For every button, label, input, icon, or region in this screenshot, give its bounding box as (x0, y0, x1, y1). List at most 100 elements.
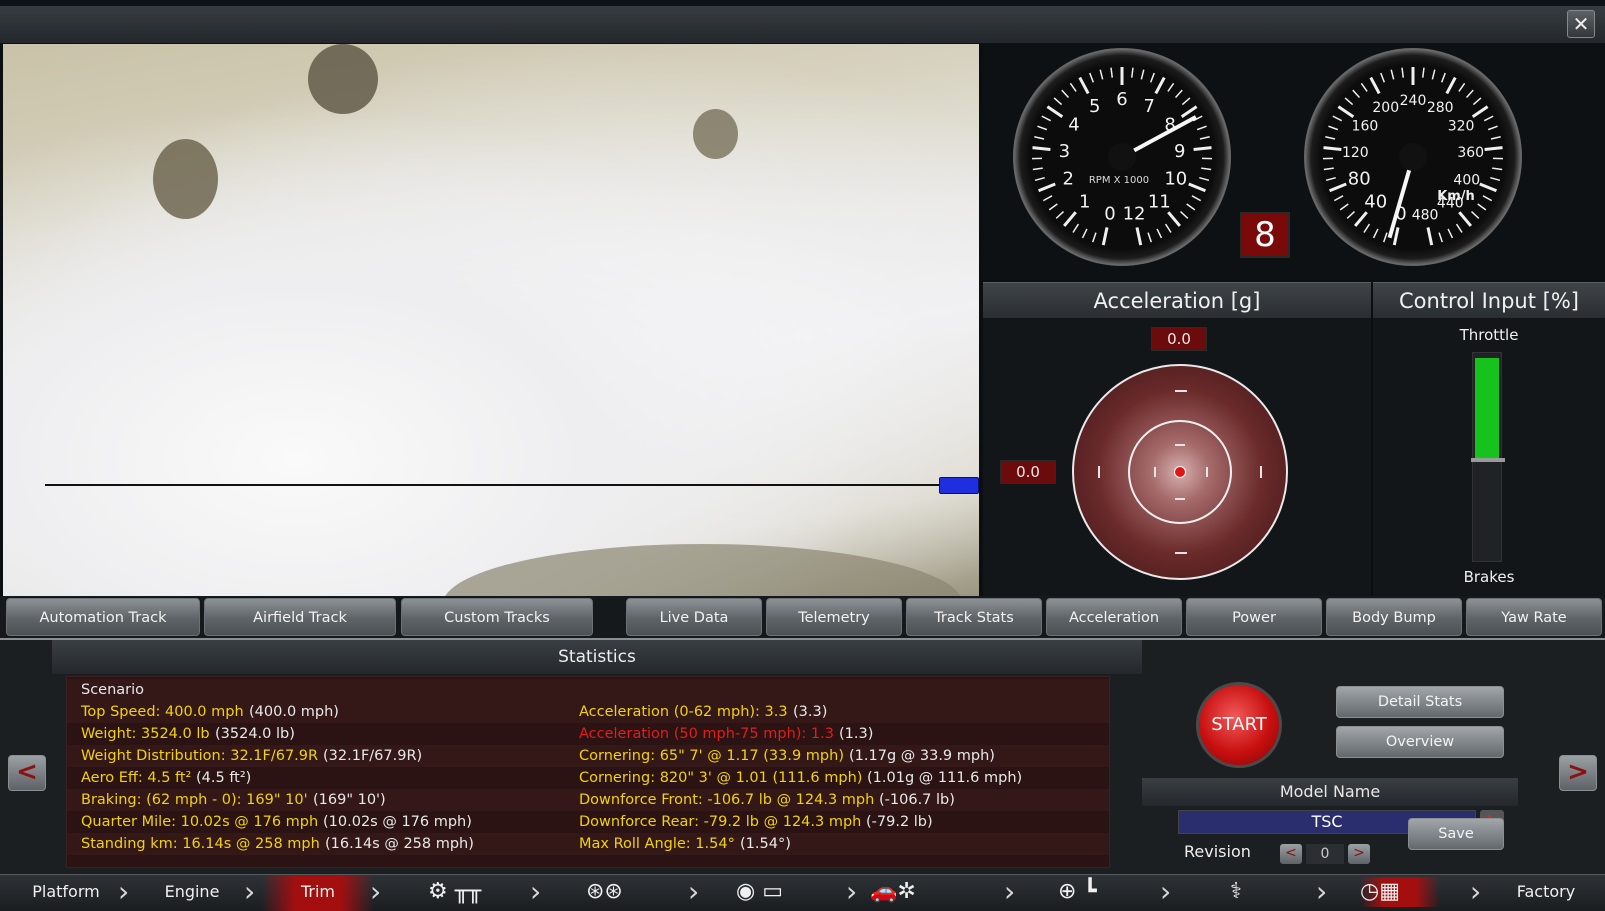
stat-right-value: (3.3) (793, 704, 828, 720)
tab-live-data[interactable]: Live Data (626, 598, 762, 636)
speed-gauge-tick-label: 120 (1342, 145, 1369, 161)
speed-gauge-tick (1323, 167, 1334, 171)
nav-trim[interactable]: Trim (262, 875, 374, 911)
rpm-gauge-tick (1081, 228, 1088, 239)
rpm-gauge-tick (1180, 105, 1198, 118)
g-tick (1154, 467, 1156, 477)
detail-stats-button[interactable]: Detail Stats (1336, 686, 1504, 718)
tab-airfield-track[interactable]: Airfield Track (204, 598, 396, 636)
car-aero-icon[interactable]: 🚗✲ (870, 877, 916, 907)
rpm-gauge-tick (1101, 227, 1109, 246)
view-tabs: Automation Track Airfield Track Custom T… (0, 596, 1605, 638)
speed-gauge-tick-label: 280 (1427, 100, 1454, 116)
speed-gauge-tick-label: 480 (1412, 208, 1439, 224)
rpm-gauge: 0 1 2 3 4 5 6 7 8 9 10 11 12 RPM X 1000 (1013, 48, 1231, 266)
rpm-gauge-tick (1199, 136, 1210, 140)
speed-gauge-tick (1426, 227, 1434, 246)
throttle-bar (1471, 352, 1505, 562)
next-button[interactable]: > (1559, 755, 1597, 791)
stat-right-label: Downforce Front: -106.7 lb @ 124.3 mph (579, 792, 875, 808)
speed-gauge-tick-label: 160 (1352, 119, 1379, 135)
stat-right-label: Cornering: 820" 3' @ 1.01 (111.6 mph) (579, 770, 863, 786)
rpm-gauge-tick (1055, 211, 1065, 219)
acceleration-title: Acceleration [g] (983, 282, 1371, 318)
tab-yaw-rate[interactable]: Yaw Rate (1466, 598, 1602, 636)
rpm-gauge-tick (1032, 167, 1043, 171)
safety-icon[interactable]: ⚕ (1230, 877, 1242, 907)
rpm-gauge-tick (1181, 97, 1191, 106)
close-button[interactable]: ✕ (1567, 10, 1595, 38)
chevron-right-icon: › (846, 875, 858, 908)
statistics-title: Statistics (52, 640, 1142, 674)
terrain-patch (443, 544, 963, 596)
rpm-gauge-tick (1186, 203, 1196, 211)
rpm-gauge-tick-label: 10 (1164, 169, 1187, 190)
terrain-patch (693, 109, 738, 159)
g-tick (1206, 467, 1208, 477)
tab-power[interactable]: Power (1186, 598, 1322, 636)
speed-gauge-tick (1422, 67, 1425, 78)
rpm-gauge-tick (1196, 125, 1207, 131)
rpm-gauge-tick (1135, 227, 1143, 246)
speed-gauge-tick (1440, 72, 1446, 83)
tab-custom-tracks[interactable]: Custom Tracks (401, 598, 593, 636)
stat-left-value: (16.14s @ 258 mph) (325, 836, 474, 852)
track-map[interactable] (3, 44, 979, 596)
speed-gauge-tick (1344, 97, 1354, 106)
tab-track-stats[interactable]: Track Stats (906, 598, 1042, 636)
tab-automation-track[interactable]: Automation Track (6, 598, 200, 636)
revision-increment-button[interactable]: > (1348, 844, 1370, 864)
revision-value: 0 (1306, 844, 1344, 864)
body-icon[interactable]: ◉ ▭ (736, 877, 783, 907)
chevron-right-icon: › (370, 875, 382, 908)
speed-gauge-tick (1477, 203, 1487, 211)
speed-gauge-tick (1323, 146, 1342, 151)
rpm-gauge-tick-label: 5 (1089, 96, 1100, 117)
rpm-gauge-tick (1164, 223, 1172, 233)
wheels-icon[interactable]: ⊛⊛ (586, 877, 623, 907)
rpm-gauge-hub (1108, 143, 1136, 171)
speed-gauge-tick (1380, 72, 1386, 83)
overview-button[interactable]: Overview (1336, 726, 1504, 758)
stat-left-value: (32.1F/67.9R) (323, 748, 423, 764)
speed-gauge-tick (1390, 69, 1395, 80)
nav-factory[interactable]: Factory (1490, 875, 1602, 911)
stats-row: Quarter Mile: 10.02s @ 176 mph (10.02s @ … (67, 811, 1109, 833)
speed-gauge-tick-label: 200 (1372, 100, 1399, 116)
gearbox-icon[interactable]: ⚙ ╥╥ (428, 877, 481, 907)
rpm-gauge-tick (1078, 76, 1090, 95)
throttle-fill (1475, 358, 1499, 458)
rpm-gauge-tick (1179, 211, 1189, 219)
testing-icon[interactable]: ◷▦ (1360, 877, 1440, 907)
speed-gauge-tick (1325, 136, 1336, 140)
save-button[interactable]: Save (1408, 818, 1504, 850)
speed-gauge-tick (1445, 76, 1457, 95)
tab-telemetry[interactable]: Telemetry (766, 598, 902, 636)
speed-gauge-tick (1465, 89, 1474, 99)
stat-right-value: (-106.7 lb) (879, 792, 955, 808)
nav-engine[interactable]: Engine (136, 875, 248, 911)
tab-acceleration[interactable]: Acceleration (1046, 598, 1182, 636)
statistics-list: Scenario Top Speed: 400.0 mph (400.0 mph)… (66, 676, 1110, 868)
stats-row: Aero Eff: 4.5 ft² (4.5 ft²) Cornering: 820… (67, 767, 1109, 789)
revision-decrement-button[interactable]: < (1280, 844, 1302, 864)
rpm-gauge-tick (1037, 182, 1056, 193)
stat-left-value: (3524.0 lb) (215, 726, 295, 742)
rpm-gauge-tick (1156, 228, 1163, 239)
rpm-gauge-tick-label: 1 (1079, 191, 1090, 212)
start-button[interactable]: START (1196, 682, 1282, 768)
speed-unit-label: Km/h (1437, 189, 1475, 204)
speed-gauge-tick (1372, 228, 1379, 239)
speed-gauge-tick (1401, 67, 1404, 78)
throttle-zero-mark (1471, 458, 1505, 462)
nav-platform[interactable]: Platform (10, 875, 122, 911)
rpm-gauge-tick (1069, 82, 1077, 92)
speed-gauge-tick (1447, 228, 1454, 239)
interior-icon[interactable]: ⊕ ┗ (1058, 877, 1097, 907)
stat-left-value: (169" 10') (313, 792, 386, 808)
tab-body-bump[interactable]: Body Bump (1326, 598, 1462, 636)
g-tick (1175, 552, 1187, 554)
speed-gauge-hub (1399, 143, 1427, 171)
brakes-label: Brakes (1463, 568, 1515, 586)
prev-button[interactable]: < (8, 755, 46, 791)
